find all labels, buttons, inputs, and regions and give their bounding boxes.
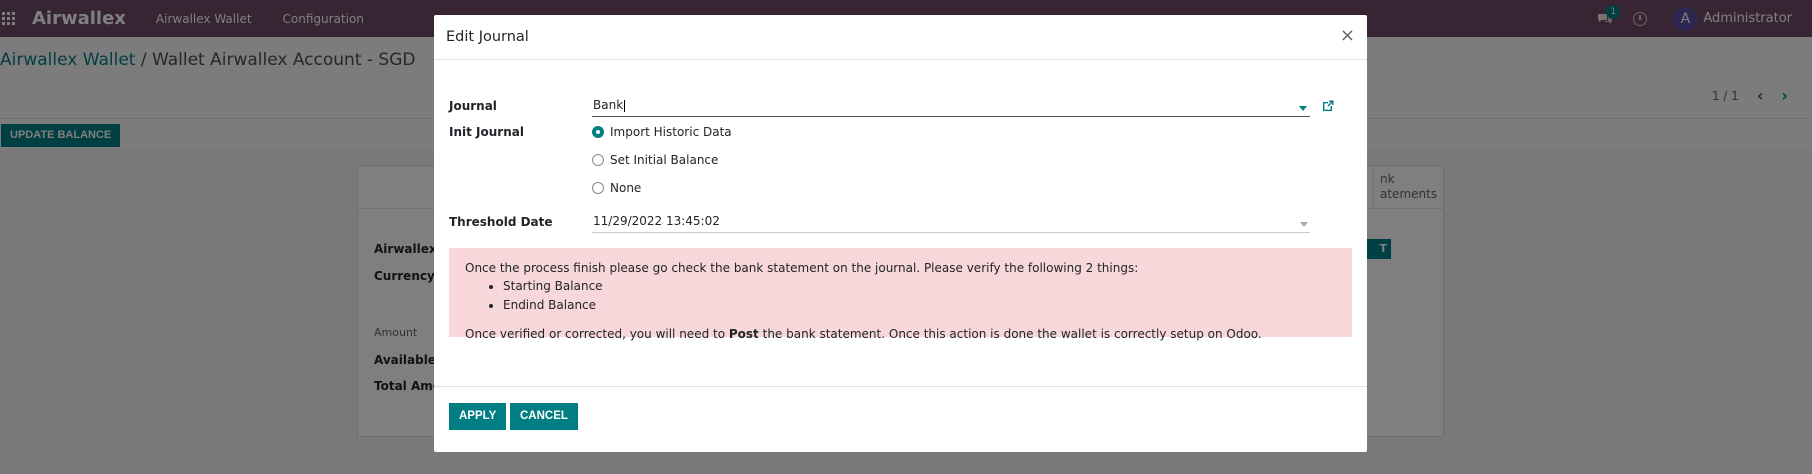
alert-text-2: Once verified or corrected, you will nee… — [465, 325, 1336, 343]
close-icon[interactable]: × — [1340, 25, 1355, 46]
radio-unchecked-icon[interactable] — [592, 154, 604, 166]
cancel-button[interactable]: CANCEL — [510, 403, 578, 430]
alert-text-2-after: the bank statement. Once this action is … — [758, 327, 1262, 341]
modal-header: Edit Journal × — [434, 15, 1367, 60]
radio-unchecked-icon[interactable] — [592, 182, 604, 194]
alert-item-starting-balance: Starting Balance — [503, 277, 1336, 296]
radio-import-historic-data[interactable]: Import Historic Data — [592, 125, 732, 139]
edit-journal-dialog: Edit Journal × Journal Bank Init Journal… — [434, 15, 1367, 452]
radio-set-initial-balance[interactable]: Set Initial Balance — [592, 153, 718, 167]
radio-label: None — [610, 181, 642, 195]
dropdown-caret-icon[interactable] — [1299, 106, 1307, 111]
info-alert: Once the process finish please go check … — [449, 248, 1352, 341]
radio-label: Set Initial Balance — [610, 153, 719, 167]
threshold-date-input[interactable]: 11/29/2022 13:45:02 — [592, 214, 1310, 233]
radio-checked-icon[interactable] — [592, 126, 604, 138]
date-dropdown-caret-icon[interactable] — [1300, 222, 1308, 227]
journal-label: Journal — [449, 99, 497, 113]
external-link-icon[interactable] — [1321, 99, 1335, 113]
alert-text-2-bold: Post — [728, 327, 759, 341]
apply-button[interactable]: APPLY — [449, 403, 507, 430]
alert-text-2-before: Once verified or corrected, you will nee… — [465, 327, 729, 341]
radio-label: Import Historic Data — [610, 125, 732, 139]
journal-value: Bank — [593, 98, 624, 112]
modal-title: Edit Journal — [446, 29, 529, 45]
radio-none[interactable]: None — [592, 181, 641, 195]
threshold-date-label: Threshold Date — [449, 215, 553, 229]
modal-footer: APPLY CANCEL — [434, 386, 1367, 452]
text-cursor — [624, 99, 626, 112]
alert-list: Starting Balance Endind Balance — [503, 277, 1336, 315]
alert-text-1: Once the process finish please go check … — [465, 261, 1139, 275]
alert-item-ending-balance: Endind Balance — [503, 296, 1336, 315]
init-journal-label: Init Journal — [449, 125, 524, 139]
journal-input[interactable]: Bank — [592, 98, 1310, 117]
